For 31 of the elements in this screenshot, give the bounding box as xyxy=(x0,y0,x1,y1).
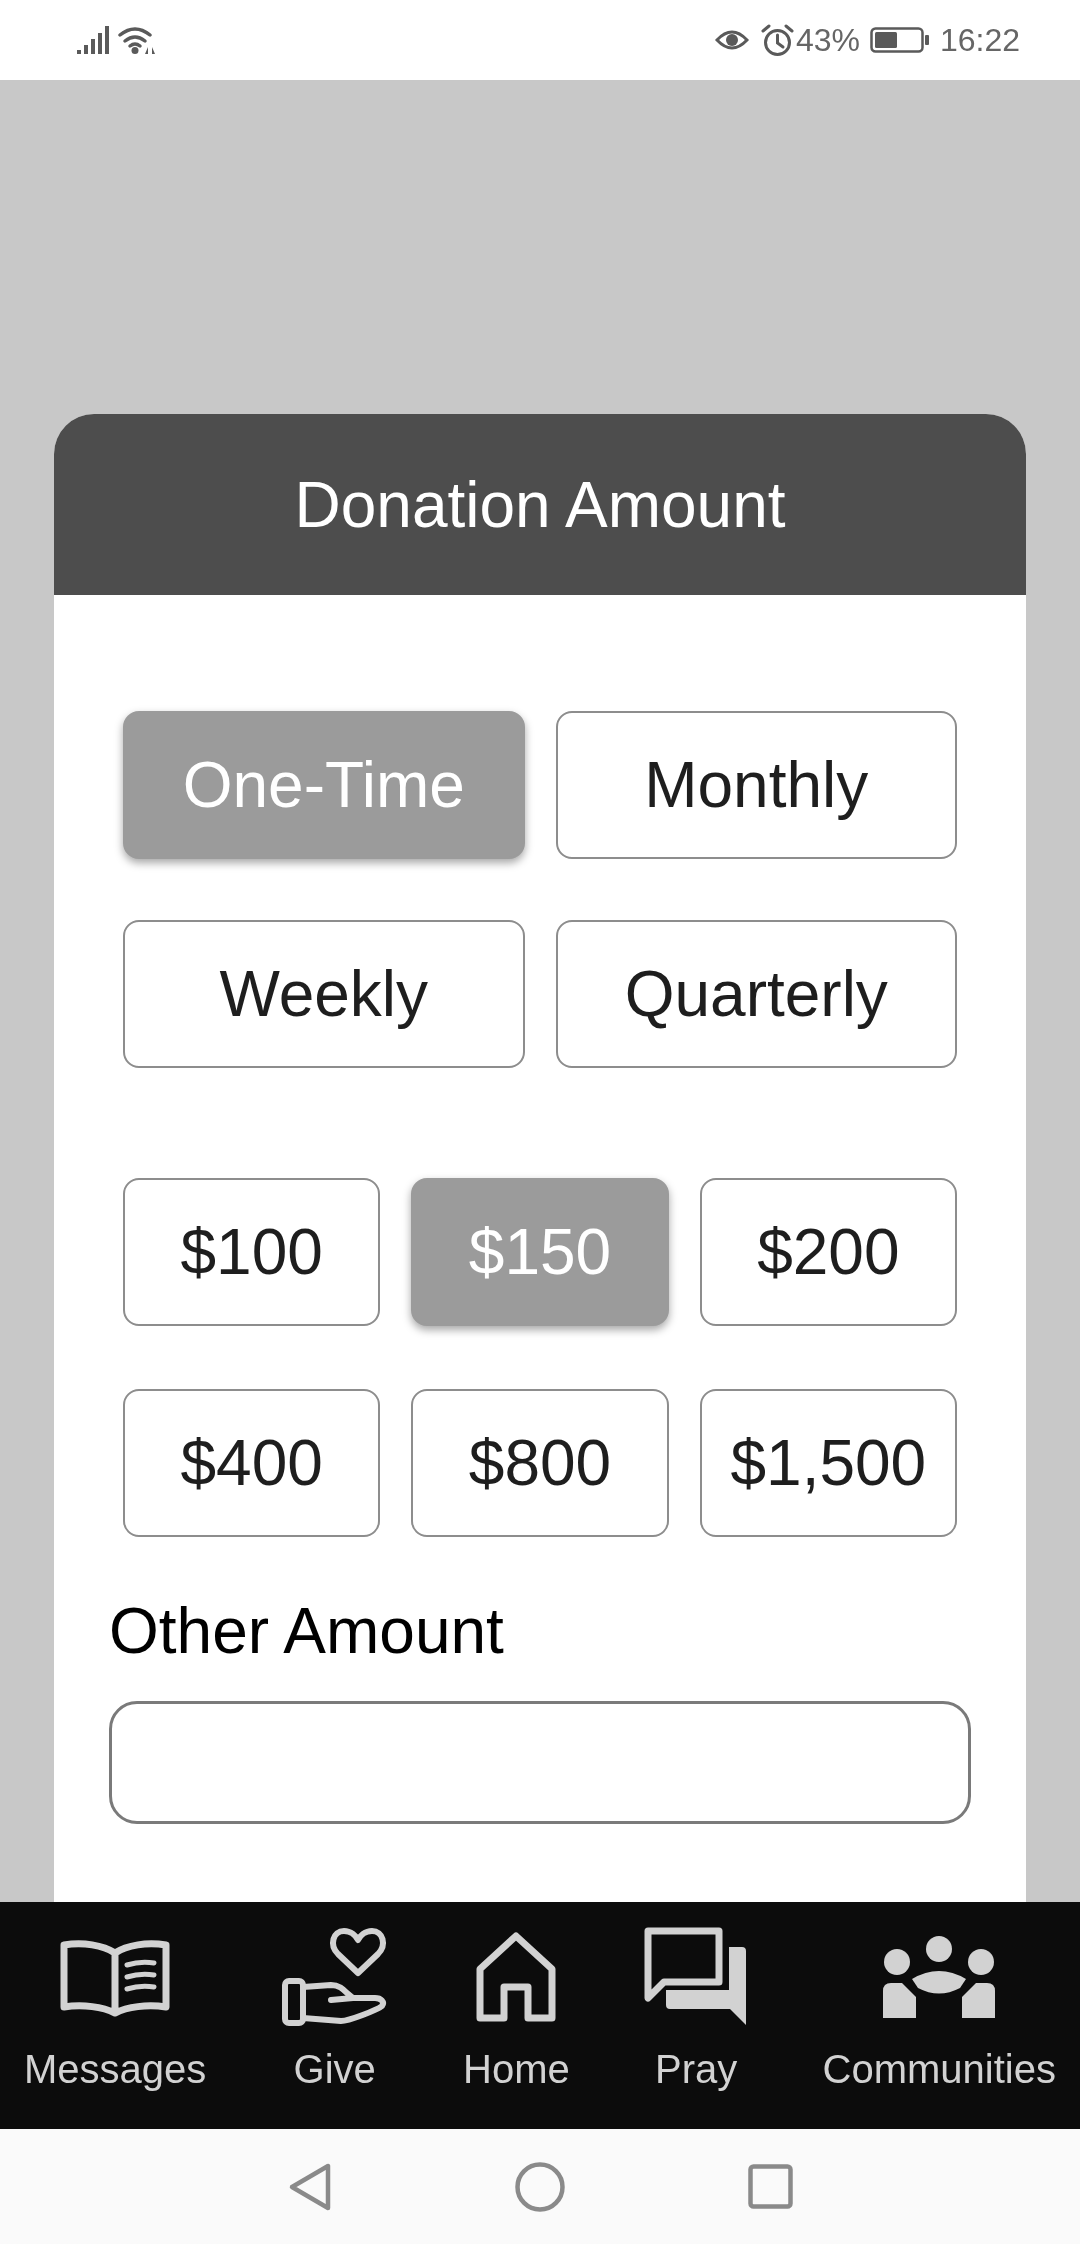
nav-tab[interactable]: Give xyxy=(280,1902,389,2129)
amount-option[interactable]: $400 xyxy=(123,1389,381,1537)
square-icon[interactable] xyxy=(747,2164,793,2209)
triangle-icon[interactable] xyxy=(287,2161,332,2212)
battery-percent: 43% xyxy=(795,21,860,60)
signal-icon xyxy=(77,26,109,54)
clock-time: 16:22 xyxy=(939,21,1020,60)
frequency-option[interactable]: Weekly xyxy=(123,920,525,1068)
amount-option[interactable]: $800 xyxy=(411,1389,669,1537)
nav-tab[interactable]: Messages xyxy=(24,1902,207,2129)
other-amount-label: Other Amount xyxy=(109,1594,504,1668)
house-icon xyxy=(475,1931,558,2023)
nav-tab[interactable]: Home xyxy=(463,1902,570,2129)
circle-icon[interactable] xyxy=(514,2161,565,2212)
frequency-option[interactable]: Monthly xyxy=(555,711,957,859)
speech-bubbles-icon xyxy=(644,1927,749,2027)
amount-option[interactable]: $100 xyxy=(123,1178,381,1326)
alarm-clock-icon xyxy=(760,23,794,57)
dialog-title: Donation Amount xyxy=(294,467,786,542)
heart-hand-icon xyxy=(280,1927,389,2027)
people-icon xyxy=(882,1935,997,2019)
amount-option[interactable]: $200 xyxy=(699,1178,957,1326)
wifi-icon xyxy=(118,26,158,54)
nav-tab[interactable]: Pray xyxy=(644,1902,749,2129)
nav-tab[interactable]: Communities xyxy=(822,1902,1056,2129)
book-icon xyxy=(59,1937,172,2017)
amount-input-field[interactable] xyxy=(109,1701,971,1824)
eye-icon xyxy=(714,28,749,52)
frequency-option[interactable]: Quarterly xyxy=(555,920,957,1068)
battery-icon xyxy=(869,27,930,53)
amount-option[interactable]: $1,500 xyxy=(699,1389,957,1537)
